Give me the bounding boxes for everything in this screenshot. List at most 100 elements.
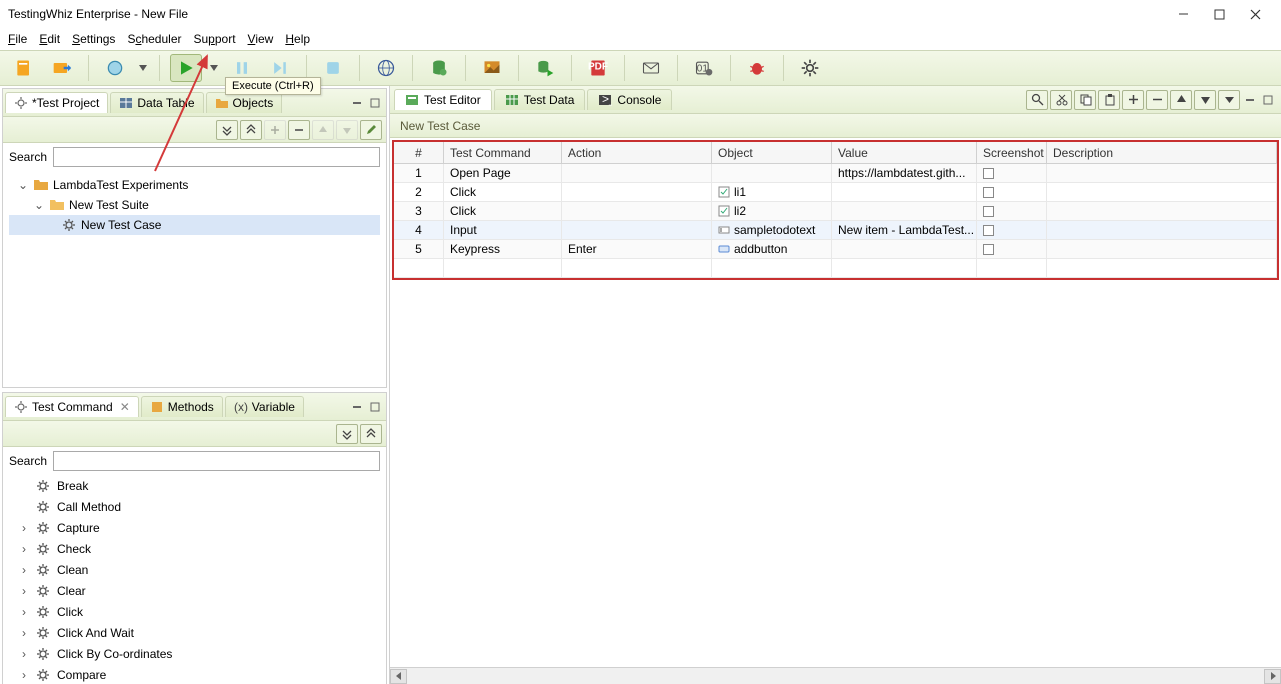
cell-screenshot[interactable]: [977, 202, 1047, 220]
move-up-icon[interactable]: [312, 120, 334, 140]
execute-dropdown[interactable]: [208, 65, 220, 71]
table-row[interactable]: 1 Open Page https://lambdatest.gith...: [394, 164, 1277, 183]
menu-support[interactable]: Support: [193, 32, 235, 46]
move-down-icon[interactable]: [336, 120, 358, 140]
cell-value[interactable]: New item - LambdaTest...: [832, 221, 977, 239]
command-item[interactable]: › Click And Wait: [3, 622, 386, 643]
checkbox-icon[interactable]: [983, 168, 994, 179]
minimize-button[interactable]: [1165, 2, 1201, 26]
tab-test-command[interactable]: Test Command ✕: [5, 396, 139, 417]
tree-root[interactable]: ⌄ LambdaTest Experiments: [9, 175, 380, 195]
command-item[interactable]: › Clear: [3, 580, 386, 601]
checkbox-icon[interactable]: [983, 244, 994, 255]
cell-object[interactable]: addbutton: [712, 240, 832, 258]
cell-value[interactable]: [832, 202, 977, 220]
table-row[interactable]: 2 Click li1: [394, 183, 1277, 202]
expand-all-icon[interactable]: [216, 120, 238, 140]
remove-icon[interactable]: [288, 120, 310, 140]
cell-desc[interactable]: [1047, 202, 1277, 220]
table-row[interactable]: [394, 259, 1277, 278]
move-up-icon[interactable]: [1170, 90, 1192, 110]
execute-icon[interactable]: [170, 54, 202, 82]
col-shot[interactable]: Screenshot: [977, 142, 1047, 163]
project-search-input[interactable]: [53, 147, 380, 167]
paste-icon[interactable]: [1098, 90, 1120, 110]
checkbox-icon[interactable]: [983, 225, 994, 236]
cell-action[interactable]: [562, 164, 712, 182]
tab-test-editor[interactable]: Test Editor: [394, 89, 492, 110]
close-button[interactable]: [1237, 2, 1273, 26]
tab-test-data[interactable]: Test Data: [494, 89, 586, 110]
remove-row-icon[interactable]: [1146, 90, 1168, 110]
copy-icon[interactable]: [1074, 90, 1096, 110]
command-item[interactable]: › Check: [3, 538, 386, 559]
menu-file[interactable]: File: [8, 32, 27, 46]
chevron-right-icon[interactable]: ›: [19, 542, 29, 556]
menu-help[interactable]: Help: [285, 32, 310, 46]
col-val[interactable]: Value: [832, 142, 977, 163]
cell-cmd[interactable]: Click: [444, 202, 562, 220]
chevron-right-icon[interactable]: ›: [19, 584, 29, 598]
tree-suite[interactable]: ⌄ New Test Suite: [9, 195, 380, 215]
panel-maximize-icon[interactable]: [367, 399, 383, 415]
record-icon[interactable]: [99, 54, 131, 82]
command-item[interactable]: Break: [3, 475, 386, 496]
table-row[interactable]: 3 Click li2: [394, 202, 1277, 221]
cell-screenshot[interactable]: [977, 183, 1047, 201]
cell-cmd[interactable]: Open Page: [444, 164, 562, 182]
cell-action[interactable]: Enter: [562, 240, 712, 258]
pdf-icon[interactable]: PDF: [582, 54, 614, 82]
col-obj[interactable]: Object: [712, 142, 832, 163]
table-row[interactable]: 4 Input sampletodotext New item - Lambda…: [394, 221, 1277, 240]
project-tree[interactable]: ⌄ LambdaTest Experiments ⌄ New Test Suit…: [3, 171, 386, 387]
add-icon[interactable]: [264, 120, 286, 140]
image-compare-icon[interactable]: [476, 54, 508, 82]
menu-edit[interactable]: Edit: [39, 32, 60, 46]
cell-desc[interactable]: [1047, 221, 1277, 239]
tab-console[interactable]: >_ Console: [587, 89, 672, 110]
collapse-all-icon[interactable]: [240, 120, 262, 140]
cell-cmd[interactable]: Click: [444, 183, 562, 201]
cell-desc[interactable]: [1047, 183, 1277, 201]
edit-icon[interactable]: [360, 120, 382, 140]
tree-case[interactable]: New Test Case: [9, 215, 380, 235]
globe-icon[interactable]: [370, 54, 402, 82]
cell-screenshot[interactable]: [977, 221, 1047, 239]
command-list[interactable]: Break Call Method› Capture› Check› Clean…: [3, 475, 386, 684]
record-dropdown[interactable]: [137, 65, 149, 71]
cell-desc[interactable]: [1047, 164, 1277, 182]
panel-minimize-icon[interactable]: [349, 399, 365, 415]
tab-close-icon[interactable]: ✕: [120, 400, 130, 414]
chevron-right-icon[interactable]: ›: [19, 668, 29, 682]
menu-view[interactable]: View: [248, 32, 274, 46]
tab-objects[interactable]: Objects: [206, 92, 283, 113]
open-file-icon[interactable]: [46, 54, 78, 82]
col-act[interactable]: Action: [562, 142, 712, 163]
checkbox-icon[interactable]: [983, 206, 994, 217]
menu-icon[interactable]: [1218, 90, 1240, 110]
chevron-right-icon[interactable]: ›: [19, 521, 29, 535]
chevron-right-icon[interactable]: ›: [19, 563, 29, 577]
scroll-left-icon[interactable]: [390, 669, 407, 684]
cell-cmd[interactable]: Input: [444, 221, 562, 239]
menu-settings[interactable]: Settings: [72, 32, 115, 46]
cell-desc[interactable]: [1047, 240, 1277, 258]
cell-object[interactable]: li2: [712, 202, 832, 220]
scroll-right-icon[interactable]: [1264, 669, 1281, 684]
chevron-down-icon[interactable]: ⌄: [17, 178, 29, 192]
tab-data-table[interactable]: Data Table: [110, 92, 203, 113]
variable-icon[interactable]: 01: [688, 54, 720, 82]
maximize-button[interactable]: [1201, 2, 1237, 26]
command-item[interactable]: Call Method: [3, 496, 386, 517]
cut-icon[interactable]: [1050, 90, 1072, 110]
expand-all-icon[interactable]: [336, 424, 358, 444]
cell-action[interactable]: [562, 202, 712, 220]
col-desc[interactable]: Description: [1047, 142, 1277, 163]
menu-scheduler[interactable]: Scheduler: [127, 32, 181, 46]
cell-object[interactable]: sampletodotext: [712, 221, 832, 239]
command-item[interactable]: › Click: [3, 601, 386, 622]
command-search-input[interactable]: [53, 451, 380, 471]
cell-action[interactable]: [562, 221, 712, 239]
database-run-icon[interactable]: [529, 54, 561, 82]
cell-screenshot[interactable]: [977, 164, 1047, 182]
